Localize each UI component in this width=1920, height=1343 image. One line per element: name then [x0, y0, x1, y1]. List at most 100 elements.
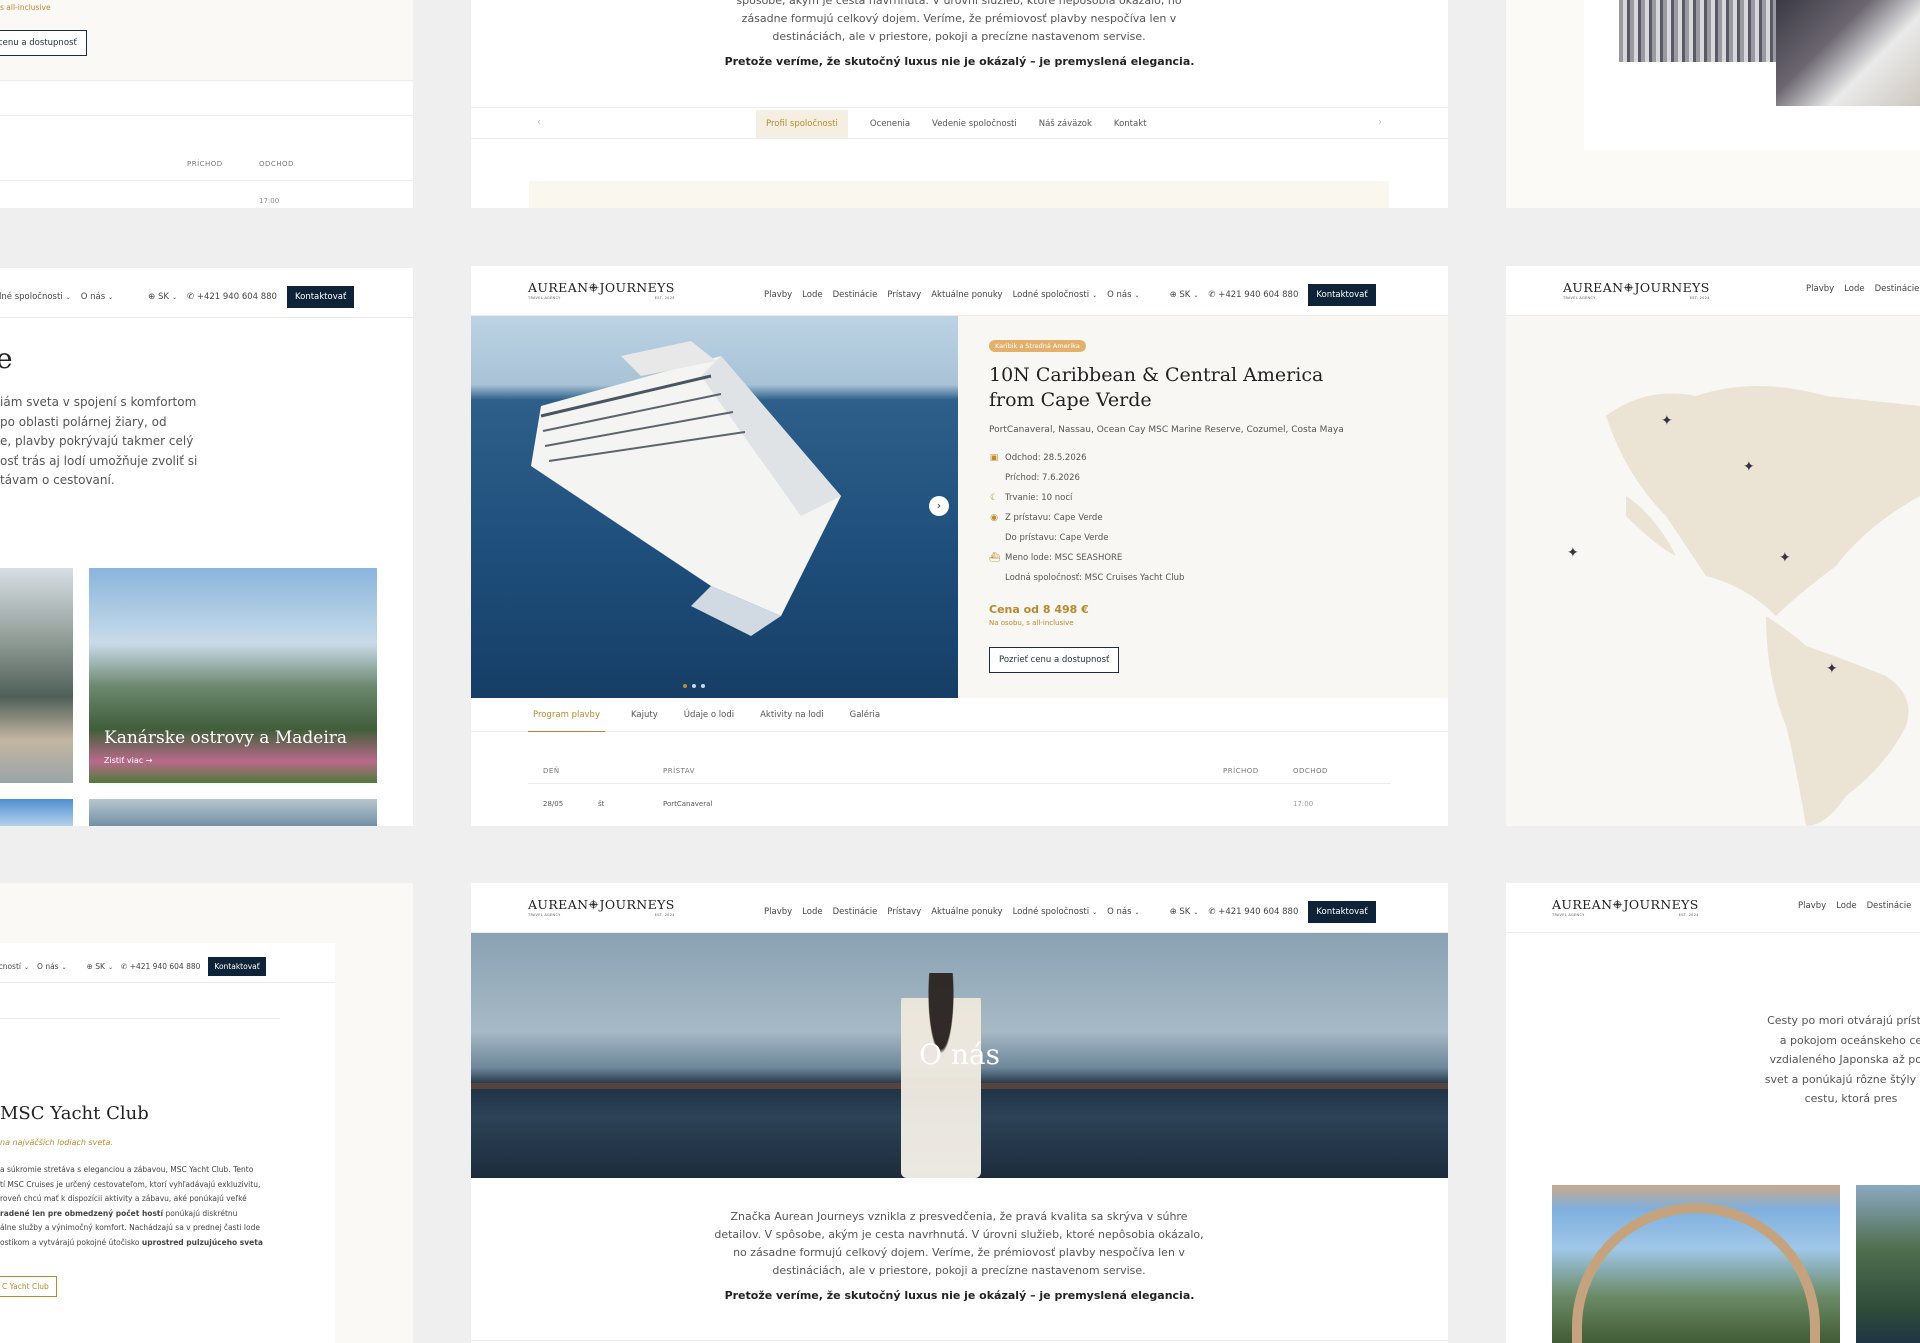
tab-activities[interactable]: Aktivity na lodi: [760, 710, 824, 720]
tab-commitment[interactable]: Náš záväzok: [1039, 119, 1092, 129]
tab-gallery[interactable]: Galéria: [850, 710, 880, 720]
logo[interactable]: AUREAN JOURNEYS TRAVEL AGENCY EST. 2024: [528, 898, 675, 917]
yacht-club-button[interactable]: C Yacht Club: [0, 1276, 57, 1297]
nav-lode[interactable]: Lode: [802, 907, 822, 917]
contact-button[interactable]: Kontaktovať: [1308, 284, 1376, 306]
lang-select[interactable]: ⊕ SK ⌄: [1170, 907, 1199, 917]
nav-lode[interactable]: Lode: [802, 290, 822, 300]
nav-destinacie[interactable]: Destinácie: [1867, 901, 1912, 911]
ship-photo: ›: [471, 316, 958, 698]
destination-card-lake[interactable]: [0, 568, 73, 783]
meta-from-port: ◉ Z prístavu: Cape Verde: [990, 513, 1103, 523]
logo[interactable]: AUREAN JOURNEYS TRAVEL AGENCY EST. 2024: [1563, 281, 1710, 300]
nav-lode[interactable]: Lode: [1836, 901, 1856, 911]
logo[interactable]: AUREAN JOURNEYS TRAVEL AGENCY EST. 2024: [1552, 898, 1699, 917]
nav-pristavy[interactable]: Prístavy: [887, 907, 921, 917]
tab-contact[interactable]: Kontakt: [1114, 119, 1147, 129]
nav-destinacie[interactable]: Destinácie: [1875, 284, 1920, 294]
gallery-next-button[interactable]: ›: [929, 496, 949, 516]
nav-plavby[interactable]: Plavby: [1798, 901, 1826, 911]
tab-prev-icon[interactable]: ‹: [537, 117, 541, 128]
cruise-ports: PortCanaveral, Nassau, Ocean Cay MSC Mar…: [989, 425, 1344, 435]
navbar: AUREAN JOURNEYS TRAVEL AGENCY EST. 2024 Pl…: [471, 266, 1448, 316]
tab-program[interactable]: Program plavby: [528, 699, 605, 732]
ship-illustration: [531, 341, 841, 636]
itinerary-table: PRÍCHOD ODCHOD 17:00: [0, 82, 413, 208]
meta-departure: ▣ Odchod: 28.5.2026: [989, 453, 1087, 463]
nav-plavby[interactable]: Plavby: [764, 907, 792, 917]
card-link[interactable]: Zistiť viac →: [104, 756, 152, 765]
lang-select[interactable]: ⊕ SK ⌄: [148, 292, 177, 302]
map-marker-icon[interactable]: ✦: [1661, 413, 1673, 429]
row-port: PortCanaveral: [663, 800, 713, 808]
dot[interactable]: [701, 684, 705, 688]
col-arrival: PRÍCHOD: [187, 160, 223, 168]
price-availability-button[interactable]: cenu a dostupnosť: [0, 30, 87, 56]
contact-button[interactable]: Kontaktovať: [1308, 901, 1376, 923]
nav-lodne-spolocnosti[interactable]: Lodné spoločnosti ⌄: [1013, 290, 1098, 300]
para-line: roveň chcú mať k dispozícii aktivity a z…: [0, 1194, 247, 1203]
nav-aktualne-ponuky[interactable]: Aktuálne ponuky: [931, 907, 1002, 917]
destination-card-canary[interactable]: Kanárske ostrovy a Madeira Zistiť viac →: [89, 568, 377, 783]
para-line: tí MSC Cruises je určený cestovateľom, k…: [0, 1179, 261, 1189]
tab-awards[interactable]: Ocenenia: [870, 119, 910, 129]
destination-card-coast[interactable]: [89, 799, 377, 826]
row-departure: 17:00: [1293, 800, 1314, 808]
nav-pristavy[interactable]: Prístavy: [887, 290, 921, 300]
contact-button[interactable]: Kontaktovať: [208, 957, 266, 976]
nav-lodne-spolocnosti[interactable]: Lodné spoločnosti ⌄: [1013, 907, 1098, 917]
nav-plavby[interactable]: Plavby: [1806, 284, 1834, 294]
phone-link[interactable]: ✆ +421 940 604 880: [1208, 290, 1298, 300]
meta-arrival: Príchod: 7.6.2026: [1005, 473, 1080, 483]
meta-duration: ☾ Trvanie: 10 nocí: [989, 493, 1073, 503]
nav-destinacie[interactable]: Destinácie: [833, 290, 878, 300]
nav-aktualne-ponuky[interactable]: Aktuálne ponuky: [931, 290, 1002, 300]
nav-destinacie[interactable]: Destinácie: [833, 907, 878, 917]
phone-link[interactable]: ✆ +421 940 604 880: [1208, 907, 1298, 917]
nav-lodne-spolocnosti[interactable]: ocností⌄: [0, 962, 29, 971]
dot-active[interactable]: [683, 684, 687, 688]
panel-top-left: s all-inclusive cenu a dostupnosť PRÍCHO…: [0, 0, 413, 208]
phone-link[interactable]: ✆ +421 940 604 880: [121, 962, 200, 971]
divider: [471, 1340, 1448, 1341]
navbar: ocností⌄ O nás⌄ ⊕ SK⌄ ✆ +421 940 604 880…: [0, 943, 335, 983]
destination-card-fjord[interactable]: [1856, 1185, 1920, 1343]
cruise-meta: ▣ Odchod: 28.5.2026 Príchod: 7.6.2026 ☾ Tr…: [989, 448, 1184, 588]
panel-destinations: AUREAN JOURNEYS TRAVEL AGENCY EST. 2024 Pl…: [1506, 883, 1920, 1343]
destination-card-sky[interactable]: [0, 799, 73, 826]
cruise-title: 10N Caribbean & Central America from Cap…: [989, 364, 1324, 411]
nav-lode[interactable]: Lode: [1844, 284, 1864, 294]
row-day: 28/05: [543, 800, 564, 808]
contact-button[interactable]: Kontaktovať: [286, 286, 355, 308]
tab-ship-info[interactable]: Údaje o lodi: [684, 710, 734, 720]
map-marker-icon[interactable]: ✦: [1826, 661, 1838, 677]
price-availability-button[interactable]: Pozrieť cenu a dostupnosť: [989, 647, 1120, 673]
map-marker-icon[interactable]: ✦: [1779, 550, 1791, 566]
gallery-dots: [683, 684, 705, 688]
map-marker-icon[interactable]: ✦: [1567, 545, 1579, 561]
destination-card-arches[interactable]: [1552, 1185, 1840, 1343]
tab-company-profile[interactable]: Profil spoločnosti: [756, 109, 848, 138]
nav-lodne-spolocnosti[interactable]: dné spoločnosti ⌄: [0, 292, 71, 302]
logo[interactable]: AUREAN JOURNEYS TRAVEL AGENCY EST. 2024: [528, 281, 675, 300]
table-divider: [0, 115, 413, 116]
phone-link[interactable]: ✆ +421 940 604 880: [187, 292, 277, 302]
tab-bar: ‹ Profil spoločnosti Ocenenia Vedenie sp…: [471, 107, 1448, 139]
lang-select[interactable]: ⊕ SK ⌄: [1170, 290, 1199, 300]
nav-o-nas[interactable]: O nás ⌄: [37, 962, 67, 971]
tab-management[interactable]: Vedenie spoločnosti: [932, 119, 1017, 129]
col-departure: ODCHOD: [259, 160, 294, 168]
section-subtitle: na najväčších lodiach sveta.: [0, 1138, 113, 1147]
compass-icon: [588, 899, 600, 910]
dot[interactable]: [692, 684, 696, 688]
nav-o-nas[interactable]: O nás ⌄: [1107, 907, 1139, 917]
nav-o-nas[interactable]: O nás ⌄: [1107, 290, 1139, 300]
tab-cabins[interactable]: Kajuty: [631, 710, 658, 720]
tab-next-icon[interactable]: ›: [1378, 117, 1382, 128]
lang-select[interactable]: ⊕ SK ⌄: [87, 962, 113, 971]
map-marker-icon[interactable]: ✦: [1743, 459, 1755, 475]
card-title: Kanárske ostrovy a Madeira: [104, 728, 348, 748]
nav-o-nas[interactable]: O nás ⌄: [81, 292, 113, 302]
tabs-divider: [0, 80, 413, 81]
nav-plavby[interactable]: Plavby: [764, 290, 792, 300]
